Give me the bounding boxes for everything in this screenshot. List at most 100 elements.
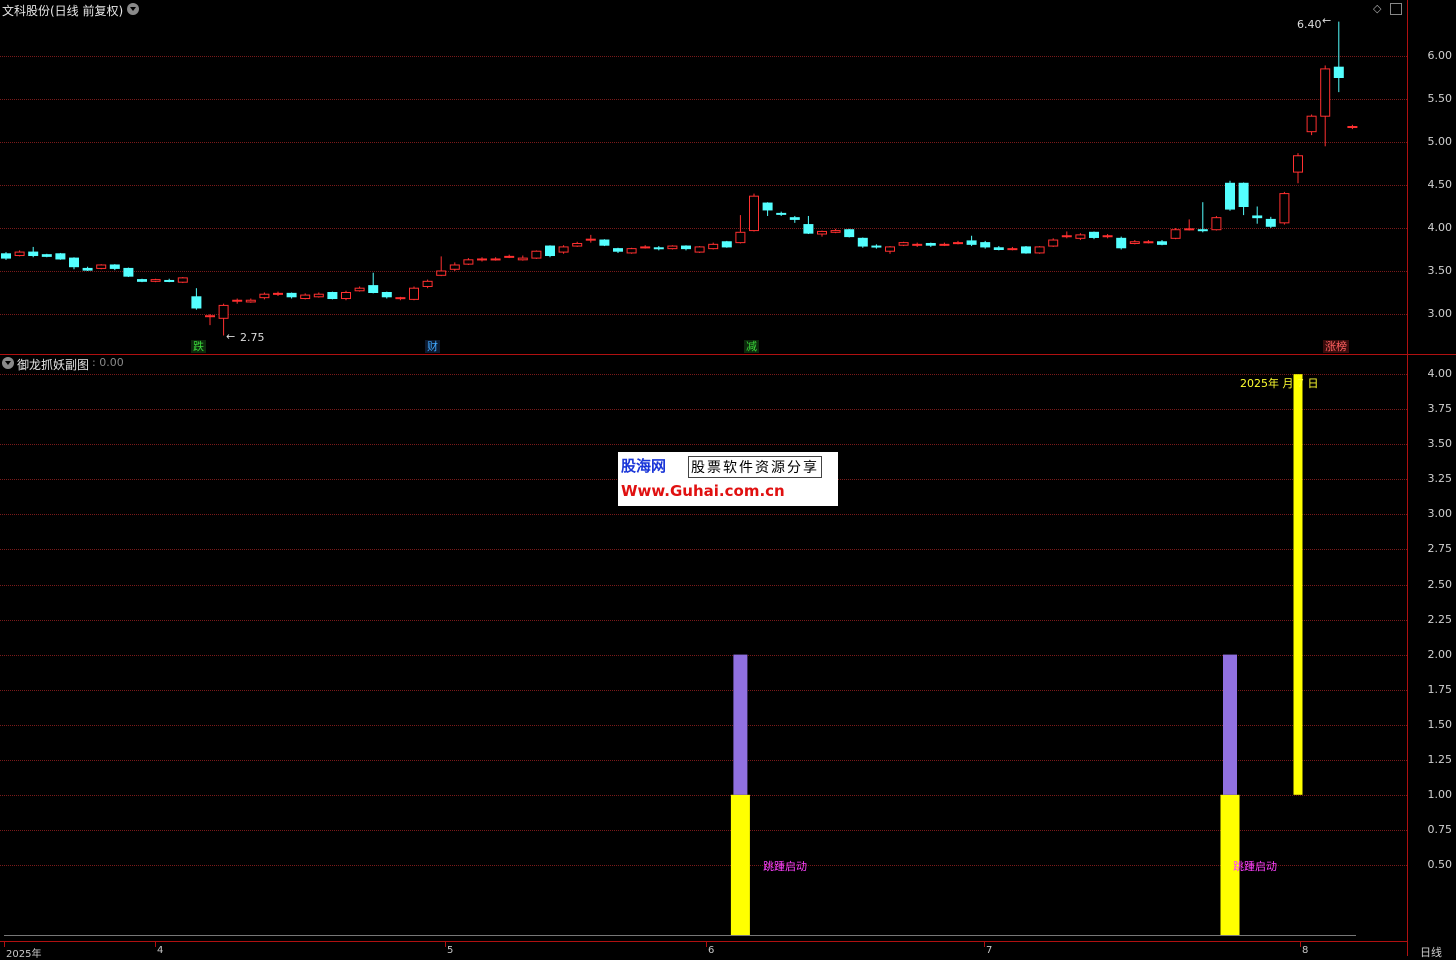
candle [1143, 240, 1154, 244]
candle [925, 242, 936, 247]
sub-y-tick-label: 3.25 [1427, 472, 1453, 486]
sub-y-tick-label: 3.50 [1427, 437, 1453, 451]
sub-y-tick-label: 2.50 [1427, 577, 1453, 591]
candle [640, 245, 651, 249]
x-axis-tick [706, 941, 707, 947]
candle [545, 245, 555, 258]
candle [436, 256, 447, 277]
sub-y-tick-label: 2.25 [1427, 612, 1453, 626]
period-label[interactable]: 日线 [1420, 944, 1442, 960]
candle [885, 246, 895, 254]
high-price-arrow: ← [1322, 14, 1332, 27]
candle [626, 247, 637, 254]
candle [1034, 246, 1045, 254]
candle [55, 252, 66, 260]
event-tag-fall[interactable]: 跌 [191, 340, 206, 353]
main-y-tick-label: 4.50 [1427, 178, 1453, 191]
candle [1238, 182, 1249, 216]
x-axis-label: 4 [157, 945, 164, 956]
signal-label-2: 跳踵启动 [1233, 860, 1277, 873]
sub-y-tick-label: 2.75 [1427, 542, 1453, 556]
candle [653, 246, 664, 251]
candle [1347, 124, 1358, 130]
candle [273, 291, 283, 296]
candle [667, 245, 678, 250]
candle [572, 241, 583, 247]
sub-y-tick-label: 1.25 [1427, 752, 1453, 766]
candle [517, 255, 528, 261]
candle [504, 254, 515, 259]
candle [150, 278, 161, 283]
x-axis-label: 6 [708, 945, 715, 956]
high-price-label: 6.40 [1297, 18, 1322, 31]
candle [558, 245, 569, 254]
candle [1, 252, 11, 260]
candle [41, 253, 52, 258]
x-axis-tick [445, 941, 446, 947]
candle [177, 277, 188, 284]
x-axis-tick [155, 941, 156, 947]
main-y-tick-label: 3.50 [1427, 264, 1453, 277]
sub-bar-purple [733, 654, 748, 795]
sub-bar-yellow [1293, 374, 1303, 795]
signal-label-1: 跳踵启动 [763, 860, 807, 873]
candle [613, 247, 623, 253]
candle [1211, 215, 1222, 231]
sub-y-tick-label: 3.75 [1427, 402, 1453, 416]
candle [735, 215, 746, 244]
candle [449, 262, 460, 271]
candle [721, 240, 732, 248]
candle [191, 288, 202, 310]
candlestick-chart [1, 21, 1358, 336]
ad-url: Www.Guhai.com.cn [621, 482, 785, 500]
sub-y-tick-label: 0.50 [1427, 857, 1453, 871]
candle [327, 291, 338, 300]
candle [1021, 246, 1031, 254]
candle [1116, 236, 1127, 250]
candle [694, 246, 705, 253]
candle [28, 246, 39, 258]
candle [1293, 153, 1303, 184]
candle [599, 239, 610, 247]
candle [286, 292, 297, 299]
main-y-tick-label: 5.00 [1427, 135, 1453, 148]
candle [980, 240, 991, 249]
candle [939, 242, 950, 247]
candle [789, 215, 800, 223]
candle [395, 296, 406, 301]
candle [1129, 240, 1140, 245]
candle [898, 241, 909, 247]
event-tag-reduce[interactable]: 减 [744, 340, 759, 353]
sub-y-tick-label: 0.75 [1427, 822, 1453, 836]
x-axis-tick [4, 941, 5, 947]
candle [871, 244, 882, 249]
sub-y-tick-label: 4.00 [1427, 367, 1453, 381]
ad-brand: 股海网 [621, 457, 667, 475]
event-tag-finance[interactable]: 财 [425, 340, 440, 353]
event-tag-top-gainers[interactable]: 涨榜 [1323, 340, 1349, 353]
x-axis [0, 941, 1407, 957]
candle [531, 250, 542, 259]
candle [1157, 240, 1167, 246]
candle [490, 257, 501, 261]
candle [681, 245, 691, 251]
candle [14, 250, 25, 257]
signal-date-label: 2025年 月 7 日 [1240, 377, 1319, 390]
candle [137, 278, 147, 283]
x-axis-tick [1300, 941, 1301, 947]
candle [1225, 180, 1235, 211]
candle [1075, 233, 1086, 241]
candle [1170, 228, 1181, 240]
watermark-ad[interactable]: 股海网 股票软件资源分享 Www.Guhai.com.cn [618, 452, 838, 506]
candle [817, 230, 827, 237]
x-axis-label: 5 [447, 945, 454, 956]
x-axis-label: 8 [1302, 945, 1309, 956]
sub-y-tick-label: 3.00 [1427, 507, 1453, 521]
ad-slogan: 股票软件资源分享 [688, 456, 822, 478]
candle [993, 246, 1004, 251]
candle [953, 240, 963, 245]
candle [245, 298, 256, 303]
sub-bar-chart [730, 374, 1303, 935]
sub-bar-purple [1223, 654, 1237, 795]
candle [123, 267, 134, 278]
